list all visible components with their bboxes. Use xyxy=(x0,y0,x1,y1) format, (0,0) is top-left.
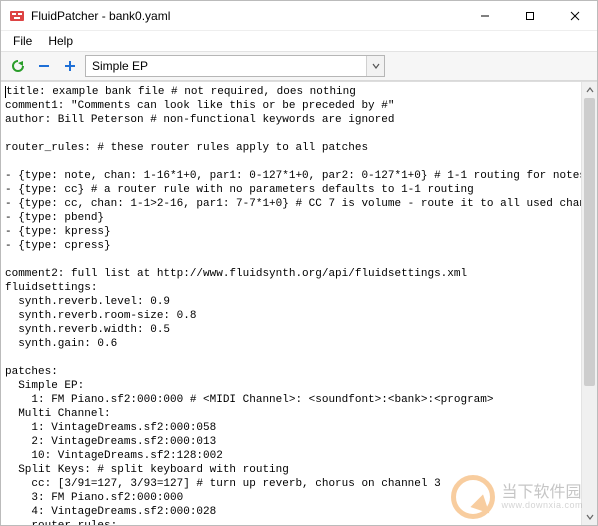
app-icon xyxy=(9,8,25,24)
minimize-button[interactable] xyxy=(462,1,507,30)
close-button[interactable] xyxy=(552,1,597,30)
scroll-down-arrow-icon[interactable] xyxy=(582,509,597,525)
text-editor[interactable]: title: example bank file # not required,… xyxy=(1,82,581,525)
menubar: File Help xyxy=(1,31,597,51)
patch-select-value: Simple EP xyxy=(86,59,366,73)
prev-patch-button[interactable] xyxy=(33,55,55,77)
refresh-icon xyxy=(10,58,26,74)
refresh-button[interactable] xyxy=(7,55,29,77)
scrollbar-thumb[interactable] xyxy=(584,98,595,386)
patch-select[interactable]: Simple EP xyxy=(85,55,385,77)
window-controls xyxy=(462,1,597,30)
app-window: FluidPatcher - bank0.yaml File Help xyxy=(0,0,598,526)
window-title: FluidPatcher - bank0.yaml xyxy=(31,9,462,23)
vertical-scrollbar[interactable] xyxy=(581,82,597,525)
titlebar: FluidPatcher - bank0.yaml xyxy=(1,1,597,31)
menu-help[interactable]: Help xyxy=(40,32,81,50)
scroll-up-arrow-icon[interactable] xyxy=(582,82,597,98)
maximize-button[interactable] xyxy=(507,1,552,30)
chevron-down-icon xyxy=(366,56,384,76)
menu-file[interactable]: File xyxy=(5,32,40,50)
scrollbar-track[interactable] xyxy=(582,98,597,509)
toolbar: Simple EP xyxy=(1,51,597,81)
next-patch-button[interactable] xyxy=(59,55,81,77)
minus-icon xyxy=(37,59,51,73)
editor-area: title: example bank file # not required,… xyxy=(1,81,597,525)
plus-icon xyxy=(63,59,77,73)
